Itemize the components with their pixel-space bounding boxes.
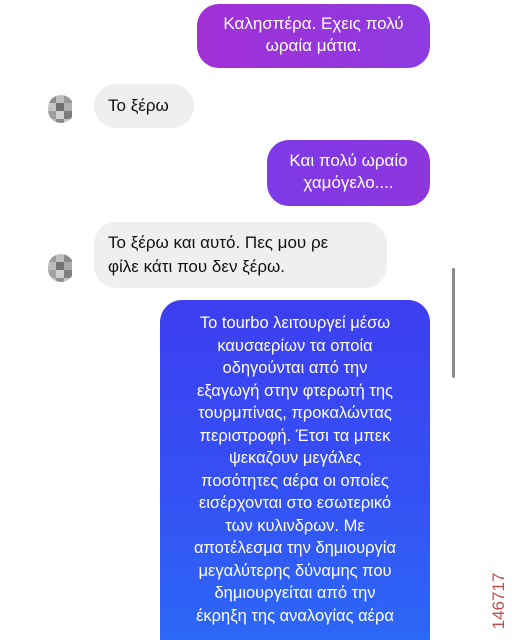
- scrollbar[interactable]: [452, 268, 455, 378]
- message-bubble-received: Το ξέρω: [94, 84, 194, 128]
- message-text: Το ξέρω: [108, 96, 169, 115]
- avatar: [48, 95, 74, 123]
- message-bubble-received: Το ξέρω και αυτό. Πες μου ρε φίλε κάτι π…: [94, 222, 387, 288]
- avatar: [48, 254, 74, 282]
- watermark: 146717: [484, 568, 512, 634]
- watermark-text: 146717: [489, 572, 508, 630]
- message-bubble-sent: Το tourbo λειτουργεί μέσω καυσαερίων τα …: [160, 300, 430, 640]
- message-text: Το ξέρω και αυτό. Πες μου ρε φίλε κάτι π…: [108, 233, 329, 276]
- message-text: Το tourbo λειτουργεί μέσω καυσαερίων τα …: [193, 314, 397, 625]
- message-bubble-sent: Καλησπέρα. Εχεις πολύ ωραία μάτια.: [197, 4, 430, 68]
- message-bubble-sent: Και πολύ ωραίο χαμόγελο....: [267, 140, 430, 206]
- message-text: Καλησπέρα. Εχεις πολύ ωραία μάτια.: [223, 14, 404, 55]
- message-text: Και πολύ ωραίο χαμόγελο....: [289, 151, 408, 192]
